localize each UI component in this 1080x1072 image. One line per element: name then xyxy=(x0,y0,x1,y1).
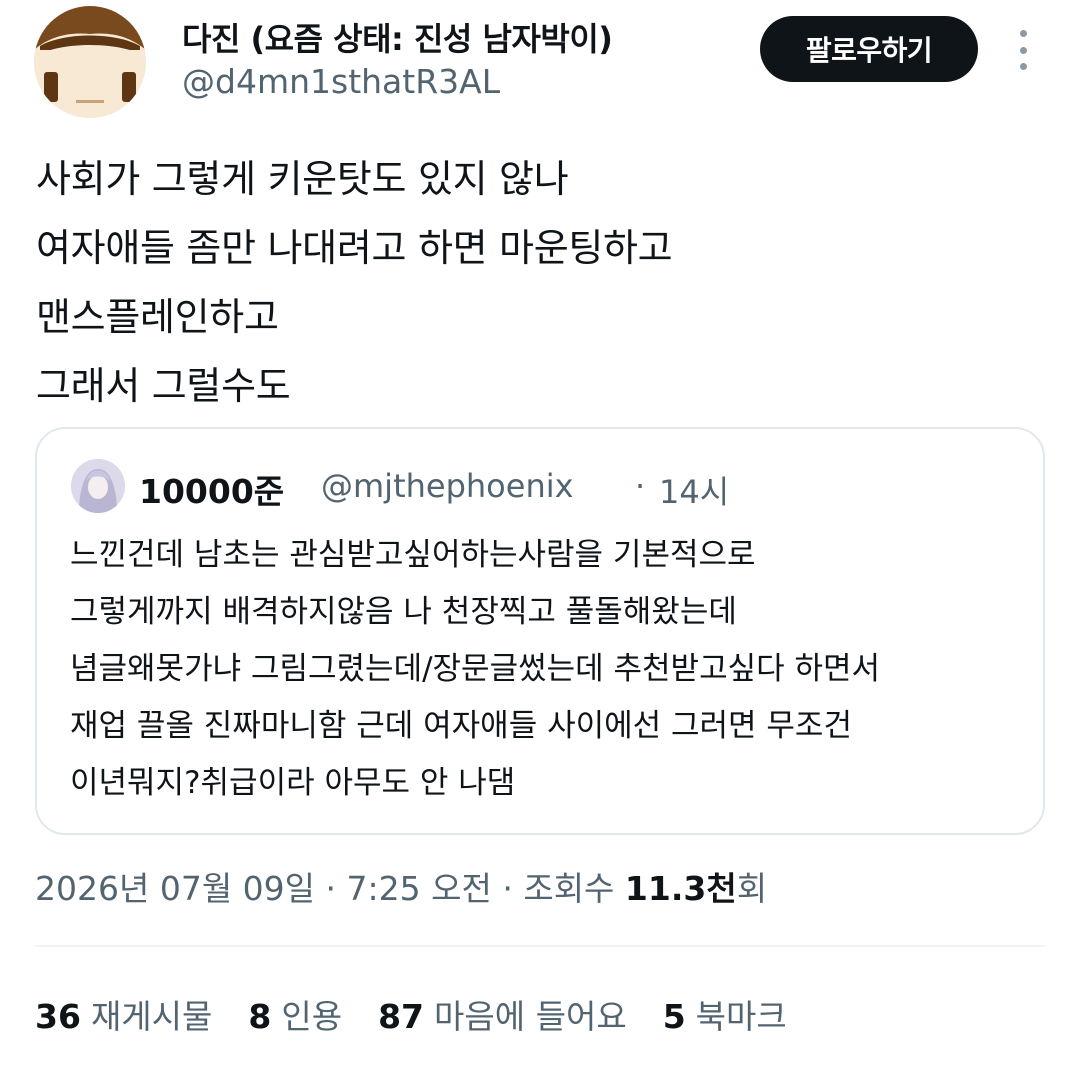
author-avatar[interactable] xyxy=(34,6,146,118)
views-label: 조회수 xyxy=(523,869,625,908)
quoted-timestamp[interactable]: 14시 xyxy=(659,467,729,513)
quoted-author-handle[interactable]: @mjthephoenix xyxy=(321,467,574,505)
quote-line: 이년뭐지?취급이라 아무도 안 나댐 xyxy=(70,765,516,801)
tweet-body: 사회가 그렇게 키운탓도 있지 않나 여자애들 좀만 나대려고 하면 마운팅하고… xyxy=(36,145,1046,421)
quoted-author-avatar[interactable] xyxy=(71,459,125,513)
stat-count: 36 xyxy=(35,997,81,1036)
stat-label: 인용 xyxy=(281,997,343,1036)
anime-avatar-icon xyxy=(71,459,125,513)
stat-label: 마음에 들어요 xyxy=(434,997,627,1036)
dot xyxy=(1019,46,1027,54)
vertical-ellipsis-icon[interactable] xyxy=(1008,30,1038,70)
quoted-author-name[interactable]: 10000준 xyxy=(139,465,284,513)
tweet-header: 다진 (요즘 상태: 진성 남자박이) @d4mn1sthatR3AL 팔로우하… xyxy=(0,0,1080,130)
tweet-line: 그래서 그럴수도 xyxy=(36,364,291,408)
meta-separator: · xyxy=(315,869,347,908)
quoted-tweet-body: 느낀건데 남초는 관심받고싶어하는사람을 기본적으로 그렇게까지 배격하지않음 … xyxy=(70,527,1030,812)
stat-label: 북마크 xyxy=(695,997,787,1036)
quote-line: 그렇게까지 배격하지않음 나 천장찍고 풀돌해왔는데 xyxy=(70,594,737,630)
tweet-line: 맨스플레인하고 xyxy=(36,295,279,339)
stat-likes[interactable]: 87 마음에 들어요 xyxy=(378,990,627,1038)
author-handle[interactable]: @d4mn1sthatR3AL xyxy=(182,62,500,101)
stat-count: 5 xyxy=(662,997,686,1036)
tweet-line: 사회가 그렇게 키운탓도 있지 않나 xyxy=(36,157,569,201)
tweet-metadata: 2026년 07월 09일 · 7:25 오전 · 조회수 11.3천회 xyxy=(35,862,767,910)
views-count: 11.3천 xyxy=(624,869,737,908)
stat-reposts[interactable]: 36 재게시물 xyxy=(35,990,212,1038)
stat-count: 87 xyxy=(378,997,425,1036)
post-time[interactable]: 7:25 오전 xyxy=(347,869,492,908)
stat-count: 8 xyxy=(248,997,272,1036)
quote-line: 념글왜못가냐 그림그렸는데/장문글썼는데 추천받고싶다 하면서 xyxy=(70,651,881,687)
tweet-line: 여자애들 좀만 나대려고 하면 마운팅하고 xyxy=(36,226,673,270)
quoted-tweet-card[interactable]: 10000준 @mjthephoenix · 14시 느낀건데 남초는 관심받고… xyxy=(35,427,1045,835)
stat-label: 재게시물 xyxy=(90,997,213,1036)
cartoon-face-avatar-icon xyxy=(34,6,146,118)
divider xyxy=(35,945,1045,947)
views-suffix: 회 xyxy=(736,869,768,908)
meta-separator: · xyxy=(491,869,524,908)
author-display-name[interactable]: 다진 (요즘 상태: 진성 남자박이) xyxy=(182,14,613,60)
engagement-stats: 36 재게시물 8 인용 87 마음에 들어요 5 북마크 xyxy=(35,990,823,1038)
stat-quotes[interactable]: 8 인용 xyxy=(248,990,342,1038)
quote-line: 재업 끌올 진짜마니함 근데 여자애들 사이에선 그러면 무조건 xyxy=(70,708,852,744)
post-date[interactable]: 2026년 07월 09일 xyxy=(35,869,315,908)
dot xyxy=(1019,63,1027,70)
stat-bookmarks[interactable]: 5 북마크 xyxy=(663,990,787,1038)
follow-button[interactable]: 팔로우하기 xyxy=(760,16,978,82)
quote-separator: · xyxy=(635,467,646,505)
dot xyxy=(1019,30,1027,37)
quote-line: 느낀건데 남초는 관심받고싶어하는사람을 기본적으로 xyxy=(70,537,756,573)
